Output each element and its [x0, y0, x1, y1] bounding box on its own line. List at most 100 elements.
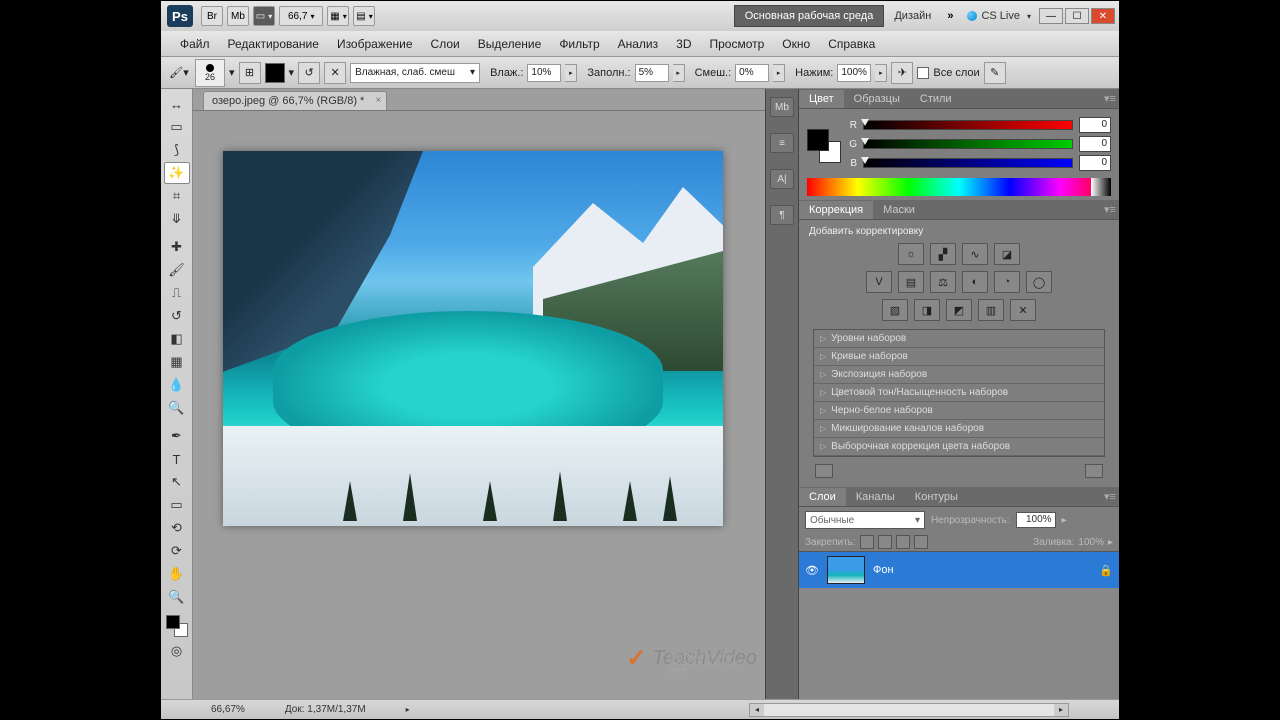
close-btn[interactable]: ✕	[1091, 8, 1115, 24]
color-panel-menu-icon[interactable]: ▾≡	[1101, 92, 1119, 105]
layers-panel-menu-icon[interactable]: ▾≡	[1101, 490, 1119, 503]
crop-tool[interactable]: ⌗	[164, 185, 190, 207]
shape-tool[interactable]: ▭	[164, 494, 190, 516]
eyedropper-tool[interactable]: ⤋	[164, 208, 190, 230]
screen-mode-btn[interactable]: ▭▾	[253, 6, 275, 26]
extras-btn[interactable]: ▤▾	[353, 6, 375, 26]
menu-view[interactable]: Просмотр	[700, 34, 773, 54]
paragraph-panel-icon[interactable]: ¶	[770, 205, 794, 225]
layer-row[interactable]: 👁 Фон 🔒	[799, 552, 1119, 588]
tab-channels[interactable]: Каналы	[846, 488, 905, 506]
adjustments-clip-icon[interactable]	[1085, 464, 1103, 478]
r-value[interactable]: 0	[1079, 117, 1111, 133]
brightness-icon[interactable]: ☼	[898, 243, 924, 265]
lock-transparency-icon[interactable]	[860, 535, 874, 549]
preset-item[interactable]: Цветовой тон/Насыщенность наборов	[814, 384, 1104, 402]
g-value[interactable]: 0	[1079, 136, 1111, 152]
curves-icon[interactable]: ∿	[962, 243, 988, 265]
menu-edit[interactable]: Редактирование	[219, 34, 328, 54]
marquee-tool[interactable]: ▭	[164, 116, 190, 138]
levels-icon[interactable]: ▞	[930, 243, 956, 265]
menu-layer[interactable]: Слои	[422, 34, 469, 54]
lasso-tool[interactable]: ⟆	[164, 139, 190, 161]
quick-mask-btn[interactable]: ◎	[164, 640, 190, 662]
lock-pixels-icon[interactable]	[878, 535, 892, 549]
invert-icon[interactable]: ▧	[882, 299, 908, 321]
pen-tool[interactable]: ✒	[164, 425, 190, 447]
channel-mixer-icon[interactable]: ◯	[1026, 271, 1052, 293]
blend-mode-select[interactable]: Обычные▾	[805, 511, 925, 529]
tab-paths[interactable]: Контуры	[905, 488, 968, 506]
brush-preset-picker[interactable]: 26	[195, 59, 225, 87]
zoom-level-btn[interactable]: 66,7▾	[279, 6, 323, 26]
3d-camera-tool[interactable]: ⟳	[164, 540, 190, 562]
gradient-tool[interactable]: ▦	[164, 351, 190, 373]
posterize-icon[interactable]: ◨	[914, 299, 940, 321]
tablet-pressure-btn[interactable]: ✎	[984, 62, 1006, 84]
dodge-tool[interactable]: 🔍	[164, 397, 190, 419]
stamp-tool[interactable]: ⎍	[164, 282, 190, 304]
preset-item[interactable]: Микширование каналов наборов	[814, 420, 1104, 438]
zoom-tool[interactable]: 🔍	[164, 586, 190, 608]
type-tool[interactable]: T	[164, 448, 190, 470]
exposure-icon[interactable]: ◪	[994, 243, 1020, 265]
adjustments-expand-icon[interactable]	[815, 464, 833, 478]
brush-panel-toggle[interactable]: ⊞	[239, 62, 261, 84]
lock-position-icon[interactable]	[896, 535, 910, 549]
character-panel-icon[interactable]: A|	[770, 169, 794, 189]
doc-tab[interactable]: озеро.jpeg @ 66,7% (RGB/8) * ×	[203, 91, 387, 110]
tab-layers[interactable]: Слои	[799, 488, 846, 506]
hand-tool[interactable]: ✋	[164, 563, 190, 585]
lock-all-icon[interactable]	[914, 535, 928, 549]
menu-help[interactable]: Справка	[819, 34, 884, 54]
tab-color[interactable]: Цвет	[799, 90, 844, 108]
cslive-btn[interactable]: CS Live▾	[959, 10, 1039, 22]
all-layers-checkbox[interactable]	[917, 67, 929, 79]
hue-sat-icon[interactable]: ▤	[898, 271, 924, 293]
brush-tool[interactable]: 🖌	[164, 259, 190, 281]
selective-color-icon[interactable]: ✕	[1010, 299, 1036, 321]
quick-select-tool[interactable]: ✨	[164, 162, 190, 184]
color-picker[interactable]	[164, 613, 190, 639]
load-input[interactable]: 5%	[635, 64, 669, 82]
bw-icon[interactable]: ◐	[962, 271, 988, 293]
workspace-btn[interactable]: Основная рабочая среда	[734, 5, 885, 27]
status-docsize[interactable]: Док: 1,37M/1,37M	[285, 704, 366, 715]
menu-analysis[interactable]: Анализ	[609, 34, 668, 54]
b-slider[interactable]	[863, 158, 1073, 168]
history-panel-icon[interactable]: ≡	[770, 133, 794, 153]
load-brush-btn[interactable]: ↺	[298, 62, 320, 84]
move-tool[interactable]: ↔	[164, 93, 190, 115]
design-workspace-btn[interactable]: Дизайн	[884, 5, 941, 27]
preset-item[interactable]: Экспозиция наборов	[814, 366, 1104, 384]
wet-input[interactable]: 10%	[527, 64, 561, 82]
minibridge-panel-icon[interactable]: Mb	[770, 97, 794, 117]
airbrush-btn[interactable]: ✈	[891, 62, 913, 84]
menu-window[interactable]: Окно	[773, 34, 819, 54]
status-zoom[interactable]: 66,67%	[211, 704, 245, 715]
minibridge-btn[interactable]: Mb	[227, 6, 249, 26]
preset-item[interactable]: Кривые наборов	[814, 348, 1104, 366]
tool-preset-icon[interactable]: 🖌▾	[167, 63, 191, 83]
b-value[interactable]: 0	[1079, 155, 1111, 171]
3d-tool[interactable]: ⟲	[164, 517, 190, 539]
menu-file[interactable]: Файл	[171, 34, 219, 54]
visibility-icon[interactable]: 👁	[805, 563, 819, 577]
path-select-tool[interactable]: ↖	[164, 471, 190, 493]
clean-brush-btn[interactable]: ✕	[324, 62, 346, 84]
menu-select[interactable]: Выделение	[469, 34, 551, 54]
tab-adjustments[interactable]: Коррекция	[799, 201, 873, 219]
bridge-btn[interactable]: Br	[201, 6, 223, 26]
eraser-tool[interactable]: ◧	[164, 328, 190, 350]
canvas[interactable]	[223, 151, 723, 526]
minimize-btn[interactable]: —	[1039, 8, 1063, 24]
color-balance-icon[interactable]: ⚖	[930, 271, 956, 293]
more-workspaces-btn[interactable]: »	[941, 10, 959, 22]
preset-item[interactable]: Уровни наборов	[814, 330, 1104, 348]
photo-filter-icon[interactable]: ◔	[994, 271, 1020, 293]
tab-swatches[interactable]: Образцы	[844, 90, 910, 108]
threshold-icon[interactable]: ◩	[946, 299, 972, 321]
menu-image[interactable]: Изображение	[328, 34, 422, 54]
horizontal-scrollbar[interactable]: ◂▸	[749, 703, 1069, 717]
preset-item[interactable]: Выборочная коррекция цвета наборов	[814, 438, 1104, 456]
